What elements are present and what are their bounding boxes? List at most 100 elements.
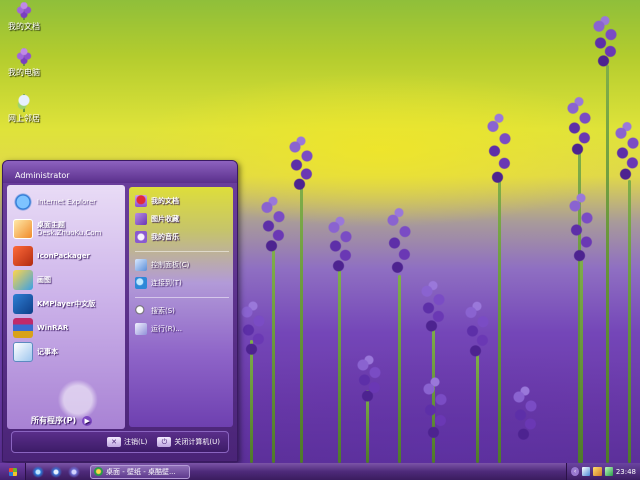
winrar-icon	[13, 318, 33, 338]
place-label: 图片收藏	[151, 215, 179, 223]
volume-tray-icon[interactable]	[593, 467, 602, 476]
kmplayer-icon	[13, 294, 33, 314]
place-my-documents[interactable]: 我的文档	[135, 193, 229, 209]
start-menu-header: Administrator	[3, 161, 237, 183]
shutdown-label: 关闭计算机(U)	[174, 438, 220, 446]
program-label: KMPlayer中文版	[37, 300, 96, 308]
quick-launch-browser-icon[interactable]	[32, 465, 44, 478]
security-tray-icon[interactable]	[604, 467, 613, 476]
logoff-icon: ✕	[107, 437, 122, 447]
lavender-flower	[418, 280, 448, 336]
lavender-flower	[462, 300, 492, 362]
taskbar-window-button[interactable]: 桌面 - 壁纸 - 桌酷壁...	[90, 464, 190, 479]
desktop-icon-label: 网上邻居	[8, 114, 40, 123]
lavender-flower	[590, 15, 620, 71]
program-label: 记事本	[37, 348, 58, 356]
program-notepad[interactable]: 记事本	[13, 341, 121, 363]
internet-explorer-icon	[13, 192, 33, 212]
windows-logo-icon	[8, 467, 17, 476]
program-paint[interactable]: 画图	[13, 269, 121, 291]
place-control-panel[interactable]: 控制面板(C)	[135, 257, 229, 273]
iconpackager-icon	[13, 246, 33, 266]
place-label: 搜索(S)	[151, 307, 175, 315]
browser-icon	[94, 467, 103, 476]
start-menu-body: Internet Explorer 桌面主题 Desk.ZhuoKu.Com I…	[7, 185, 235, 429]
lavender-flower	[484, 110, 514, 192]
lavender-flower	[354, 355, 384, 405]
network-tray-icon[interactable]	[582, 467, 591, 476]
quick-launch-desktop-icon[interactable]	[68, 465, 80, 478]
start-button[interactable]	[0, 463, 26, 480]
clock[interactable]: 23:48	[616, 468, 636, 476]
user-name: Administrator	[15, 171, 70, 180]
system-tray: ‹ 23:48	[566, 463, 640, 480]
flower-stem	[606, 65, 609, 463]
place-my-music[interactable]: 我的音乐	[135, 229, 229, 245]
my-music-icon	[135, 231, 147, 243]
notepad-icon	[13, 342, 33, 362]
tray-expand-icon[interactable]: ‹	[571, 467, 580, 476]
place-label: 控制面板(C)	[151, 261, 190, 269]
shutdown-button[interactable]: ⏻ 关闭计算机(U)	[157, 437, 220, 447]
desktop-icon-label: 我的电脑	[8, 68, 40, 77]
program-label: IconPackager	[37, 252, 90, 260]
place-connect-to[interactable]: 连接到(T)	[135, 275, 229, 291]
program-kmplayer[interactable]: KMPlayer中文版	[13, 293, 121, 315]
lavender-flower	[325, 215, 355, 277]
control-panel-icon	[135, 259, 147, 271]
search-icon	[135, 305, 147, 317]
lavender-flower	[510, 385, 540, 445]
connect-to-icon	[135, 277, 147, 289]
lavender-flower	[564, 95, 594, 161]
my-documents-icon	[135, 195, 147, 207]
program-internet-explorer[interactable]: Internet Explorer	[13, 191, 121, 213]
desktop-icon-my-documents[interactable]: 我的文档	[2, 2, 46, 32]
place-label: 我的文档	[151, 197, 179, 205]
place-search[interactable]: 搜索(S)	[135, 303, 229, 319]
all-programs-label: 所有程序(P)	[31, 416, 77, 425]
desktop-icon-network-places[interactable]: 网上邻居	[2, 94, 46, 124]
quick-launch-ie-icon[interactable]	[50, 465, 62, 478]
lavender-flower	[420, 375, 450, 445]
program-winrar[interactable]: WinRAR	[13, 317, 121, 339]
program-label-block: 桌面主题 Desk.ZhuoKu.Com	[37, 221, 101, 237]
program-label: 画图	[37, 276, 51, 284]
program-iconpackager[interactable]: IconPackager	[13, 245, 121, 267]
desktop-icon-my-computer[interactable]: 我的电脑	[2, 48, 46, 78]
lavender-flower	[258, 195, 288, 257]
lavender-flower	[384, 205, 414, 281]
place-my-pictures[interactable]: 图片收藏	[135, 211, 229, 227]
programs-pane: Internet Explorer 桌面主题 Desk.ZhuoKu.Com I…	[7, 185, 125, 429]
start-menu: Administrator Internet Explorer 桌面主题 Des…	[2, 160, 238, 462]
start-menu-footer: ✕ 注销(L) ⏻ 关闭计算机(U)	[11, 431, 229, 453]
flower-stem	[580, 260, 583, 463]
place-label: 连接到(T)	[151, 279, 182, 287]
place-label: 我的音乐	[151, 233, 179, 241]
paint-icon	[13, 270, 33, 290]
place-run[interactable]: 运行(R)...	[135, 321, 229, 337]
my-computer-icon	[15, 48, 33, 66]
run-icon	[135, 323, 147, 335]
logoff-button[interactable]: ✕ 注销(L)	[107, 437, 147, 447]
program-label: Internet Explorer	[37, 198, 97, 206]
all-programs-button[interactable]: 所有程序(P) ▶	[31, 415, 93, 426]
taskbar-window-label: 桌面 - 壁纸 - 桌酷壁...	[106, 467, 176, 476]
places-pane: 我的文档 图片收藏 我的音乐 控制面板(C) 连接到(T) 搜索(S) 运行(R…	[129, 187, 233, 427]
arrow-right-icon: ▶	[82, 415, 93, 426]
lavender-flower	[566, 190, 596, 270]
network-places-icon	[15, 94, 33, 112]
flower-stem	[398, 275, 401, 463]
flower-stem	[338, 270, 341, 463]
flower-stem	[272, 250, 275, 463]
lavender-flower	[238, 300, 268, 360]
desktop-icon-label: 我的文档	[8, 22, 40, 31]
flower-stem	[628, 180, 631, 463]
my-documents-icon	[15, 2, 33, 20]
flower-stem	[476, 355, 479, 463]
desktop-theme-icon	[13, 219, 33, 239]
program-desktop-theme[interactable]: 桌面主题 Desk.ZhuoKu.Com	[13, 215, 121, 243]
lavender-flower	[286, 135, 316, 195]
place-label: 运行(R)...	[151, 325, 183, 333]
flower-stem	[300, 185, 303, 463]
my-pictures-icon	[135, 213, 147, 225]
